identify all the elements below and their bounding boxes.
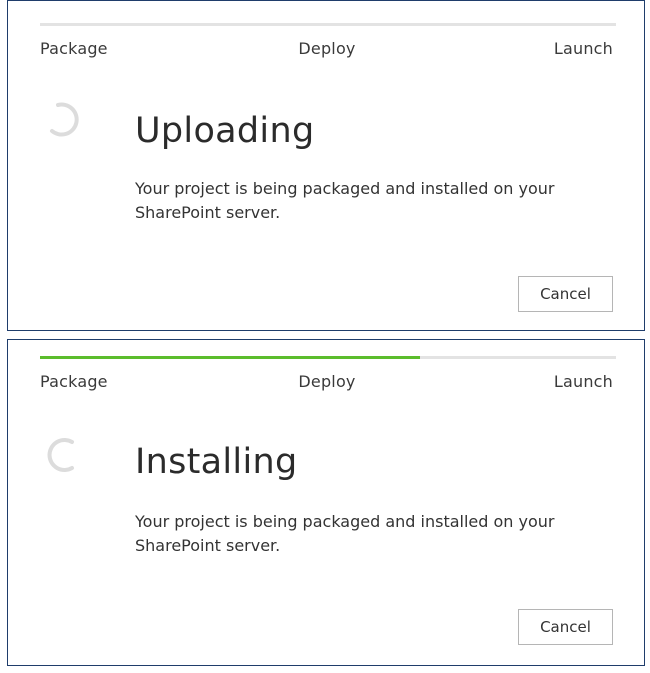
status-description: Your project is being packaged and insta… (135, 512, 555, 555)
loading-spinner-icon (47, 438, 74, 472)
step-launch: Launch (553, 372, 613, 391)
step-deploy: Deploy (298, 372, 356, 391)
cancel-button[interactable]: Cancel (518, 276, 613, 312)
installing-dialog: Package Deploy Launch Installing Your pr… (7, 339, 645, 666)
uploading-dialog: Package Deploy Launch Uploading Your pro… (7, 0, 645, 331)
loading-spinner-icon (50, 102, 79, 137)
deployment-progress-bar (40, 356, 616, 359)
step-launch: Launch (553, 39, 613, 58)
status-description: Your project is being packaged and insta… (135, 179, 555, 222)
step-deploy: Deploy (298, 39, 356, 58)
status-title: Uploading (135, 111, 315, 151)
status-title: Installing (135, 442, 298, 482)
deployment-progress-bar (40, 23, 616, 26)
cancel-button[interactable]: Cancel (518, 609, 613, 645)
deployment-progress-fill (40, 356, 421, 359)
